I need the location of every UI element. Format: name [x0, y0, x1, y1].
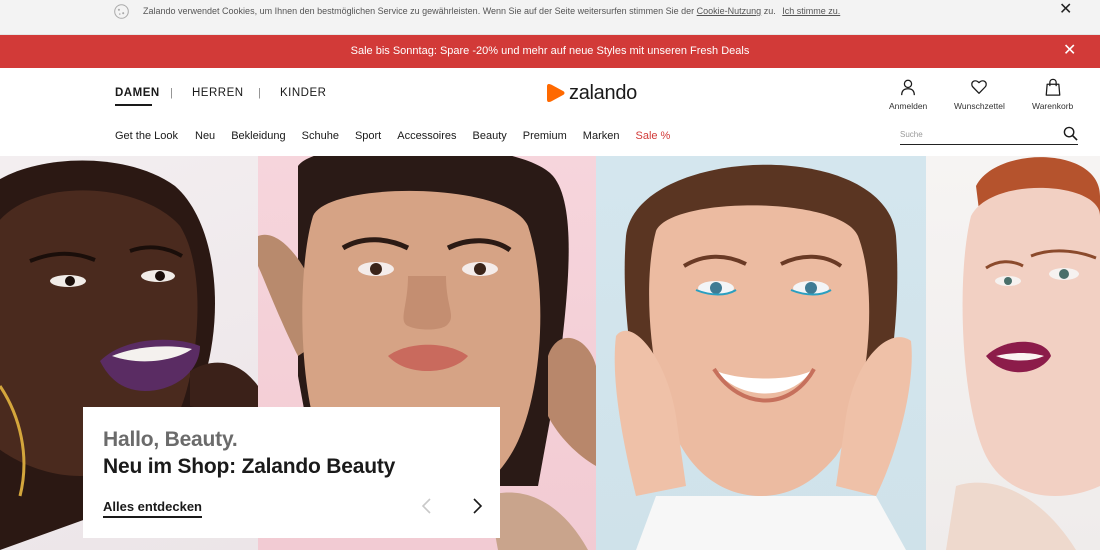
- cookie-message-text: Zalando verwendet Cookies, um Ihnen den …: [143, 6, 697, 16]
- zalando-logo-text: zalando: [569, 81, 637, 104]
- category-sport[interactable]: Sport: [355, 130, 381, 142]
- search-box: [900, 124, 1078, 145]
- wishlist-label: Wunschzettel: [954, 101, 1005, 111]
- hero-image-model-4: [926, 156, 1100, 550]
- user-icon: [901, 79, 916, 96]
- discover-all-link[interactable]: Alles entdecken: [103, 499, 202, 518]
- cookie-icon: [114, 4, 129, 19]
- gender-tab-damen[interactable]: DAMEN: [115, 87, 160, 99]
- category-accessoires[interactable]: Accessoires: [397, 130, 456, 142]
- cart-label: Warenkorb: [1032, 101, 1074, 111]
- category-premium[interactable]: Premium: [523, 130, 567, 142]
- category-schuhe[interactable]: Schuhe: [302, 130, 339, 142]
- zalando-logo-mark: [547, 84, 565, 102]
- login-label: Anmelden: [889, 101, 928, 111]
- category-beauty[interactable]: Beauty: [473, 130, 507, 142]
- gender-tab-herren[interactable]: HERREN: [192, 87, 244, 99]
- gender-separator: |: [170, 87, 174, 99]
- chevron-left-icon[interactable]: [419, 496, 435, 516]
- heart-icon: [971, 80, 988, 94]
- gender-tab-kinder[interactable]: KINDER: [280, 87, 326, 99]
- promo-card: Hallo, Beauty. Neu im Shop: Zalando Beau…: [83, 407, 500, 538]
- login-button[interactable]: Anmelden: [889, 78, 927, 111]
- hero-image-model-3: [596, 156, 926, 550]
- active-tab-underline: [115, 104, 152, 106]
- cookie-accept-link[interactable]: Ich stimme zu.: [782, 6, 840, 16]
- bag-icon: [1045, 78, 1061, 96]
- promo-title: Hallo, Beauty.: [103, 428, 238, 451]
- category-sale[interactable]: Sale %: [635, 130, 670, 142]
- promo-subtitle: Neu im Shop: Zalando Beauty: [103, 455, 396, 478]
- model-4-illustration: [946, 157, 1100, 550]
- cookie-message-suffix: zu.: [761, 6, 776, 16]
- category-nav: Get the Look Neu Bekleidung Schuhe Sport…: [115, 130, 682, 142]
- cookie-close-icon[interactable]: ✕: [1059, 1, 1072, 19]
- model-3-illustration: [614, 164, 912, 550]
- sale-banner-text[interactable]: Sale bis Sonntag: Spare -20% und mehr au…: [0, 45, 1100, 57]
- search-icon[interactable]: [1063, 126, 1078, 141]
- cookie-policy-link[interactable]: Cookie-Nutzung: [697, 6, 762, 16]
- hero-carousel[interactable]: Hallo, Beauty. Neu im Shop: Zalando Beau…: [0, 156, 1100, 550]
- category-bekleidung[interactable]: Bekleidung: [231, 130, 285, 142]
- sale-banner[interactable]: Sale bis Sonntag: Spare -20% und mehr au…: [0, 35, 1100, 68]
- category-get-the-look[interactable]: Get the Look: [115, 130, 178, 142]
- category-neu[interactable]: Neu: [195, 130, 215, 142]
- cookie-message: Zalando verwendet Cookies, um Ihnen den …: [143, 6, 840, 16]
- gender-separator: |: [258, 87, 262, 99]
- wishlist-button[interactable]: Wunschzettel: [954, 78, 1005, 111]
- sale-banner-close-icon[interactable]: ✕: [1063, 42, 1076, 60]
- cookie-bar: Zalando verwendet Cookies, um Ihnen den …: [0, 0, 1100, 35]
- chevron-right-icon[interactable]: [469, 496, 485, 516]
- zalando-logo[interactable]: zalando: [546, 80, 637, 106]
- category-marken[interactable]: Marken: [583, 130, 620, 142]
- cart-button[interactable]: Warenkorb: [1032, 78, 1073, 111]
- search-input[interactable]: [900, 124, 1050, 145]
